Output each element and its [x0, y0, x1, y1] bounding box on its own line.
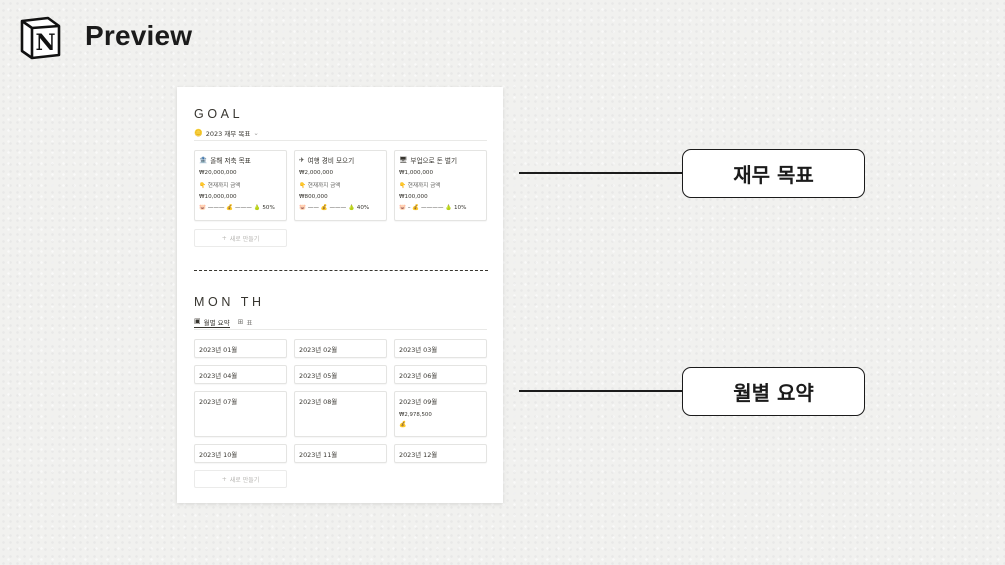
month-section-title: MON TH — [194, 295, 265, 309]
goal-section-title: GOAL — [194, 107, 244, 121]
plus-icon: + — [221, 475, 227, 483]
goal-target: ₩20,000,000 — [199, 170, 237, 176]
callout-connector-line — [519, 390, 683, 392]
month-card[interactable]: 2023년 02월 — [294, 339, 387, 358]
goal-progress: 🐷 ——— 💰 ——— 🍐 50% — [199, 205, 275, 211]
goal-progress: 🐷 – 💰 ———— 🍐 10% — [399, 205, 467, 211]
month-card[interactable]: 2023년 12월 — [394, 444, 487, 463]
month-amount: ₩2,978,500 — [399, 412, 432, 418]
goal-card[interactable]: ✈ 여행 경비 모으기 ₩2,000,000 👇 현재까지 금액 ₩800,00… — [294, 150, 387, 221]
coins-icon: 🪙 — [194, 128, 203, 137]
page-header-title: Preview — [85, 20, 193, 51]
goal-card[interactable]: 🖥 부업으로 돈 벌기 ₩1,000,000 👇 현재까지 금액 ₩100,00… — [394, 150, 487, 221]
plus-icon: + — [221, 234, 227, 242]
money-bag-icon: 💰 — [399, 421, 407, 428]
month-card[interactable]: 2023년 06월 — [394, 365, 487, 384]
goal-current: ₩800,000 — [299, 194, 328, 200]
goal-view-tab[interactable]: 🪙 2023 재무 목표 ⌄ — [194, 127, 259, 139]
month-card[interactable]: 2023년 11월 — [294, 444, 387, 463]
computer-icon: 🖥 — [399, 156, 408, 164]
goal-card-title: 여행 경비 모으기 — [307, 157, 355, 165]
airplane-icon: ✈ — [299, 156, 305, 164]
notion-logo: N — [20, 16, 61, 60]
goal-view-tabs: 🪙 2023 재무 목표 ⌄ — [194, 127, 487, 141]
section-divider — [194, 270, 488, 271]
goal-card-title: 올해 저축 목표 — [210, 157, 251, 165]
goal-target: ₩2,000,000 — [299, 170, 333, 176]
month-card[interactable]: 2023년 03월 — [394, 339, 487, 358]
month-card[interactable]: 2023년 09월 ₩2,978,500 💰 — [394, 391, 487, 437]
chevron-down-icon: ⌄ — [253, 129, 259, 137]
month-card[interactable]: 2023년 10월 — [194, 444, 287, 463]
goal-card[interactable]: 🏦 올해 저축 목표 ₩20,000,000 👇 현재까지 금액 ₩10,000… — [194, 150, 287, 221]
tab-table[interactable]: ⊞ 표 — [238, 316, 253, 328]
month-new-button[interactable]: + 새로 만들기 — [194, 470, 287, 488]
callout-financial-goal: 재무 목표 — [682, 149, 865, 198]
tab-monthly-summary[interactable]: ▣ 월별 요약 — [194, 316, 230, 328]
month-card[interactable]: 2023년 08월 — [294, 391, 387, 437]
callout-monthly-summary: 월별 요약 — [682, 367, 865, 416]
notion-page-preview: GOAL 🪙 2023 재무 목표 ⌄ 🏦 올해 저축 목표 ₩20,000,0… — [177, 87, 503, 503]
current-label: 👇 현재까지 금액 — [199, 183, 241, 189]
goal-target: ₩1,000,000 — [399, 170, 433, 176]
current-label: 👇 현재까지 금액 — [399, 183, 441, 189]
month-card[interactable]: 2023년 07월 — [194, 391, 287, 437]
month-card[interactable]: 2023년 04월 — [194, 365, 287, 384]
svg-text:N: N — [35, 30, 55, 56]
current-label: 👇 현재까지 금액 — [299, 183, 341, 189]
callout-connector-line — [519, 172, 683, 174]
month-card[interactable]: 2023년 05월 — [294, 365, 387, 384]
month-view-tabs: ▣ 월별 요약 ⊞ 표 — [194, 316, 487, 330]
calendar-icon: ▣ — [194, 317, 201, 325]
month-card[interactable]: 2023년 01월 — [194, 339, 287, 358]
goal-current: ₩100,000 — [399, 194, 428, 200]
goal-progress: 🐷 —— 💰 ——— 🍐 40% — [299, 205, 370, 211]
goal-current: ₩10,000,000 — [199, 194, 237, 200]
goal-card-title: 부업으로 돈 벌기 — [410, 157, 458, 165]
table-icon: ⊞ — [237, 317, 244, 326]
goal-new-button[interactable]: + 새로 만들기 — [194, 229, 287, 247]
card-icon: 🏦 — [199, 156, 208, 164]
